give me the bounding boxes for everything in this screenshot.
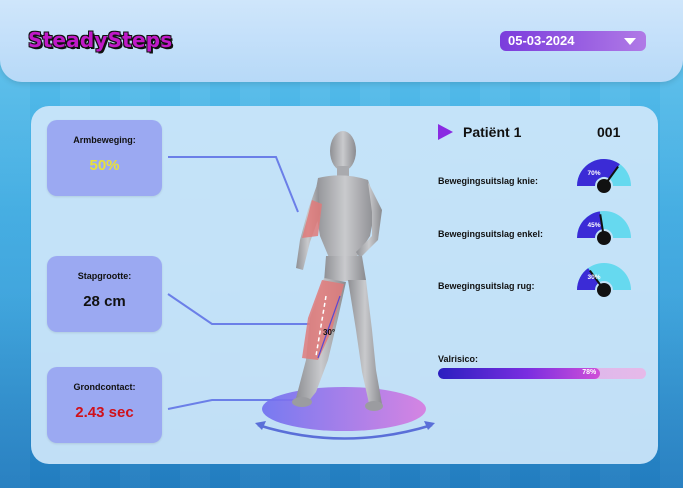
arm-movement-value: 50% <box>89 157 120 174</box>
ground-contact-label: Grondcontact: <box>73 382 136 392</box>
fall-risk-label: Valrisico: <box>438 354 479 364</box>
step-size-value: 28 cm <box>83 293 126 310</box>
fall-risk-value: 78% <box>582 369 597 376</box>
ankle-gauge: 45% <box>577 211 631 245</box>
human-figure <box>292 131 383 411</box>
gauge-percent-label: 30% <box>587 274 600 281</box>
knee-angle-label: 30° <box>323 328 336 337</box>
arm-movement-label: Armbeweging: <box>73 135 136 145</box>
ground-contact-card[interactable]: Grondcontact: 2.43 sec <box>47 367 162 443</box>
fall-risk-fill: 78% <box>438 368 601 379</box>
ankle-range-label: Bewegingsuitslag enkel: <box>438 229 544 239</box>
back-gauge: 30% <box>577 263 631 297</box>
gauge-percent-label: 70% <box>587 170 600 177</box>
gauge-hub <box>597 231 611 245</box>
ground-contact-value: 2.43 sec <box>75 404 134 421</box>
knee-range-label: Bewegingsuitslag knie: <box>438 176 539 186</box>
arm-movement-card[interactable]: Armbeweging: 50% <box>47 120 162 196</box>
arm-connector-line <box>168 156 299 213</box>
gauge-hub <box>597 179 611 193</box>
leg-highlight <box>302 280 344 360</box>
gauge-percent-label: 45% <box>587 222 600 229</box>
rotate-right-arrowhead <box>424 421 435 430</box>
step-connector-line <box>167 293 318 325</box>
step-size-card[interactable]: Stapgrootte: 28 cm <box>47 256 162 332</box>
gauge-hub <box>597 283 611 297</box>
rotate-left-arrowhead <box>255 421 266 430</box>
step-size-label: Stapgrootte: <box>77 271 132 281</box>
patient-header: Patiënt 1 001 <box>438 124 648 140</box>
patient-name: Patiënt 1 <box>463 124 522 140</box>
play-icon[interactable] <box>438 124 453 140</box>
back-range-label: Bewegingsuitslag rug: <box>438 281 535 291</box>
fall-risk-bar: 78% <box>438 368 646 379</box>
arm-highlight <box>302 200 322 238</box>
patient-id: 001 <box>597 124 621 140</box>
knee-gauge: 70% <box>577 159 631 193</box>
floor-disc <box>262 387 426 431</box>
